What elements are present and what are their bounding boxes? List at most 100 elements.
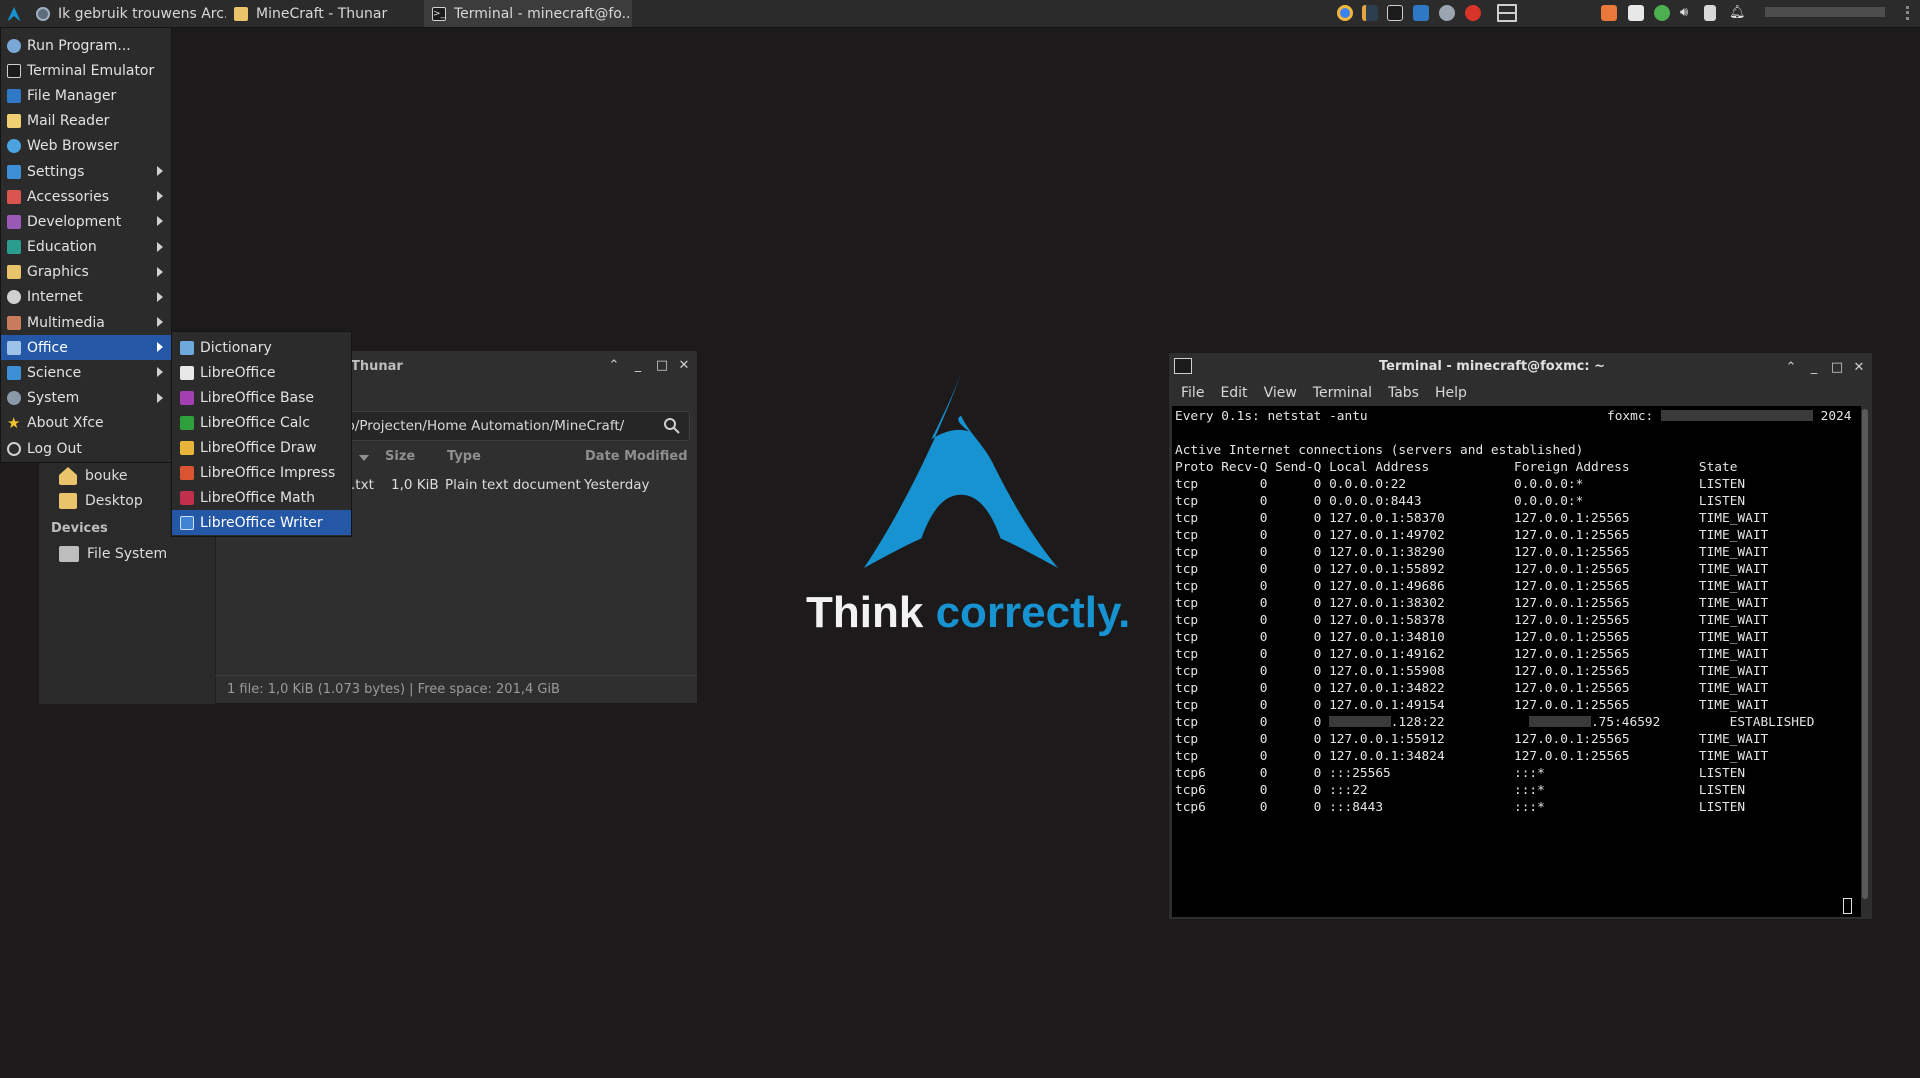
folder-icon	[234, 6, 248, 21]
submenu-item-dictionary[interactable]: Dictionary	[172, 335, 351, 360]
libreoffice-base-icon	[180, 390, 194, 405]
terminal-title: Terminal - minecraft@foxmc: ~	[1379, 359, 1605, 374]
keepass-icon[interactable]	[1362, 5, 1378, 21]
netstat-row: tcp 0 0 0.0.0.0:22 0.0.0.0:* LISTEN	[1175, 477, 1746, 492]
submenu-item-libreoffice-writer[interactable]: LibreOffice Writer	[172, 510, 351, 535]
netstat-row: tcp 0 0 127.0.0.1:34824 127.0.0.1:25565 …	[1175, 749, 1769, 764]
menu-item-file-manager[interactable]: File Manager	[1, 83, 171, 108]
terminal-menu-view[interactable]: View	[1264, 385, 1297, 401]
menu-item-multimedia[interactable]: Multimedia	[1, 310, 171, 335]
terminal-menu-file[interactable]: File	[1181, 385, 1204, 401]
terminal-menu-tabs[interactable]: Tabs	[1388, 385, 1419, 401]
thunar-title: Thunar	[351, 359, 403, 374]
submenu-item-libreoffice-calc[interactable]: LibreOffice Calc	[172, 410, 351, 435]
column-type[interactable]: Type	[447, 449, 481, 464]
menu-item-mail-reader[interactable]: Mail Reader	[1, 109, 171, 134]
menu-item-settings[interactable]: Settings	[1, 159, 171, 184]
location-bar[interactable]: op/Projecten/Home Automation/MineCraft/	[333, 411, 690, 441]
submenu-arrow-icon	[157, 342, 163, 353]
web-launcher-icon[interactable]	[1439, 5, 1455, 21]
clock-redacted[interactable]	[1765, 7, 1885, 17]
netstat-row: tcp 0 0 127.0.0.1:49686 127.0.0.1:25565 …	[1175, 579, 1769, 594]
netstat-row: tcp 0 0 127.0.0.1:38302 127.0.0.1:25565 …	[1175, 596, 1769, 611]
submenu-item-libreoffice[interactable]: LibreOffice	[172, 360, 351, 385]
menu-item-system[interactable]: System	[1, 386, 171, 411]
menu-item-development[interactable]: Development	[1, 209, 171, 234]
netstat-row: tcp 0 0 127.0.0.1:55912 127.0.0.1:25565 …	[1175, 732, 1769, 747]
menu-item-web-browser[interactable]: Web Browser	[1, 134, 171, 159]
column-size[interactable]: Size	[385, 449, 415, 464]
menu-item-run-program[interactable]: Run Program...	[1, 33, 171, 58]
netstat-row: tcp 0 0 127.0.0.1:49702 127.0.0.1:25565 …	[1175, 528, 1769, 543]
chrome-icon[interactable]	[1337, 5, 1353, 21]
sort-arrow-icon[interactable]	[359, 455, 369, 461]
applications-menu: Run Program... Terminal Emulator File Ma…	[0, 27, 172, 463]
terminal-menu-terminal[interactable]: Terminal	[1313, 385, 1372, 401]
terminal-shade-button[interactable]: ⌃	[1784, 361, 1798, 374]
column-date-modified[interactable]: Date Modified	[585, 449, 688, 464]
menu-item-log-out[interactable]: Log Out	[1, 436, 171, 461]
web-browser-icon	[7, 139, 21, 154]
menu-item-internet[interactable]: Internet	[1, 285, 171, 310]
taskbar-window-browser[interactable]: Ik gebruik trouwens Arc...	[28, 0, 226, 27]
submenu-arrow-icon	[157, 291, 163, 302]
netstat-row: tcp 0 0 127.0.0.1:38290 127.0.0.1:25565 …	[1175, 545, 1769, 560]
sidebar-item-desktop[interactable]: Desktop	[59, 493, 143, 509]
update-notifier-icon[interactable]	[1654, 5, 1670, 21]
submenu-item-libreoffice-draw[interactable]: LibreOffice Draw	[172, 435, 351, 460]
terminal-scrollbar[interactable]	[1862, 409, 1868, 899]
volume-icon[interactable]: 🔊︎	[1680, 5, 1696, 21]
workspace-switcher-icon[interactable]	[1497, 4, 1517, 22]
arch-icon	[7, 6, 21, 21]
thunar-maximize-button[interactable]: □	[655, 359, 669, 372]
menu-item-terminal-emulator[interactable]: Terminal Emulator	[1, 58, 171, 83]
panel-handle[interactable]	[1906, 6, 1912, 20]
kde-connect-icon[interactable]	[1628, 5, 1644, 21]
notification-bell-icon[interactable]: 🔔︎	[1729, 5, 1746, 21]
drive-icon	[59, 546, 79, 562]
terminal-minimize-button[interactable]: _	[1807, 361, 1821, 374]
science-icon	[7, 366, 21, 381]
menu-item-office[interactable]: Office	[1, 335, 171, 361]
menu-item-science[interactable]: Science	[1, 360, 171, 385]
sidebar-item-bouke[interactable]: bouke	[59, 467, 128, 485]
sidebar-item-filesystem[interactable]: File System	[59, 546, 167, 562]
submenu-item-libreoffice-math[interactable]: LibreOffice Math	[172, 485, 351, 510]
orange-app-icon[interactable]	[1601, 5, 1617, 21]
netstat-intro: Active Internet connections (servers and…	[1175, 443, 1584, 458]
terminal-menu-edit[interactable]: Edit	[1220, 385, 1247, 401]
thunar-shade-button[interactable]: ⌃	[607, 359, 621, 372]
applications-menu-button[interactable]	[0, 0, 28, 27]
terminal-output: Every 0.1s: netstat -antu foxmc: 2024 Act…	[1172, 406, 1861, 816]
terminal-screen[interactable]: Every 0.1s: netstat -antu foxmc: 2024 Act…	[1172, 406, 1861, 917]
browser-launcher-icon[interactable]	[1465, 5, 1481, 21]
terminal-icon	[7, 63, 21, 78]
file-size: 1,0 KiB	[391, 477, 439, 493]
taskbar-window-terminal[interactable]: >_ Terminal - minecraft@fo...	[424, 0, 632, 27]
menu-item-about-xfce[interactable]: ★ About Xfce	[1, 411, 171, 436]
netstat-row: tcp 0 0 127.0.0.1:49162 127.0.0.1:25565 …	[1175, 647, 1769, 662]
clipboard-icon[interactable]	[1704, 5, 1716, 21]
terminal-menu-help[interactable]: Help	[1435, 385, 1467, 401]
thunar-close-button[interactable]: ✕	[677, 359, 691, 372]
terminal-close-button[interactable]: ✕	[1852, 361, 1866, 374]
education-icon	[7, 240, 21, 255]
terminal-launcher-icon[interactable]	[1387, 5, 1403, 21]
submenu-arrow-icon	[157, 241, 163, 252]
submenu-arrow-icon	[157, 392, 163, 403]
menu-item-accessories[interactable]: Accessories	[1, 184, 171, 209]
netstat-row: tcp 0 0 127.0.0.1:34810 127.0.0.1:25565 …	[1175, 630, 1769, 645]
libreoffice-impress-icon	[180, 465, 194, 480]
submenu-item-libreoffice-impress[interactable]: LibreOffice Impress	[172, 460, 351, 485]
netstat-row: tcp 0 0 127.0.0.1:58378 127.0.0.1:25565 …	[1175, 613, 1769, 628]
taskbar-window-thunar[interactable]: MineCraft - Thunar	[226, 0, 424, 27]
submenu-item-libreoffice-base[interactable]: LibreOffice Base	[172, 385, 351, 410]
file-manager-launcher-icon[interactable]	[1413, 5, 1429, 21]
menu-item-education[interactable]: Education	[1, 235, 171, 260]
menu-item-graphics[interactable]: Graphics	[1, 260, 171, 285]
thunar-minimize-button[interactable]: _	[631, 359, 645, 372]
thunar-statusbar: 1 file: 1,0 KiB (1.073 bytes) | Free spa…	[215, 675, 697, 703]
search-icon[interactable]	[663, 417, 681, 435]
terminal-maximize-button[interactable]: □	[1830, 361, 1844, 374]
libreoffice-icon	[180, 365, 194, 380]
